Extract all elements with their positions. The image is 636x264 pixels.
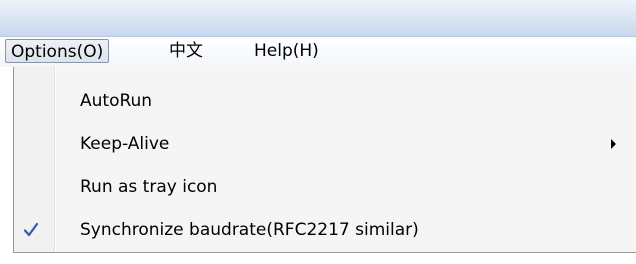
menu-item-label: Synchronize baudrate(RFC2217 similar): [80, 220, 419, 240]
menu-item-synchronize-baudrate[interactable]: Synchronize baudrate(RFC2217 similar): [14, 212, 636, 248]
options-dropdown-menu: AutoRun Keep-Alive Run as tray icon Sync…: [13, 67, 636, 253]
menu-item-label: Run as tray icon: [80, 177, 218, 197]
menu-bar: Options(O) 中文 Help(H): [0, 37, 636, 67]
chevron-right-icon: [611, 139, 616, 149]
menu-chinese[interactable]: 中文: [164, 39, 208, 63]
menu-options[interactable]: Options(O): [5, 39, 110, 63]
menu-help-label: Help(H): [254, 41, 319, 61]
menu-item-autorun[interactable]: AutoRun: [14, 83, 636, 119]
menu-item-label: Keep-Alive: [80, 134, 170, 154]
menu-item-run-as-tray-icon[interactable]: Run as tray icon: [14, 169, 636, 205]
underlying-window-content: [0, 254, 636, 264]
menu-options-label: Options(O): [11, 42, 104, 62]
menu-help[interactable]: Help(H): [249, 39, 324, 63]
checkmark-icon: [23, 222, 39, 237]
menu-item-label: AutoRun: [80, 91, 153, 111]
menu-item-keep-alive[interactable]: Keep-Alive: [14, 126, 636, 162]
window-title-bar: [0, 0, 636, 37]
menu-chinese-label: 中文: [169, 41, 203, 61]
